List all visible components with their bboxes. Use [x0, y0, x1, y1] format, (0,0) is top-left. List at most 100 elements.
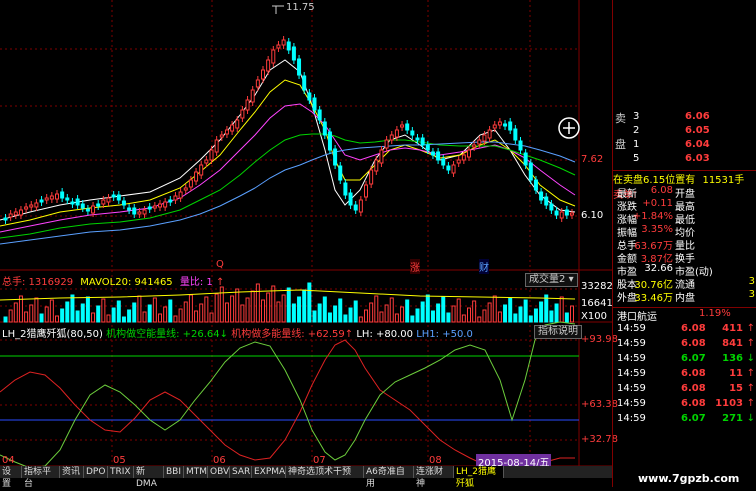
tab-6[interactable]: BBI: [164, 466, 184, 478]
down-arrow-icon: ↓: [746, 413, 755, 424]
volume-bar: [173, 315, 178, 323]
chevron-down-icon: ▾: [568, 274, 574, 285]
stock-change: 1.19%: [699, 308, 731, 319]
tab-11[interactable]: 神奇选顶术干预: [286, 466, 364, 478]
tab-8[interactable]: OBV: [208, 466, 230, 478]
down-arrow-icon: ↓: [746, 353, 755, 364]
tab-14[interactable]: LH_2猎鹰歼狐: [454, 466, 504, 489]
chart-marker: Q: [216, 259, 224, 270]
volume-bar: [446, 312, 451, 323]
tick-volume: 11: [729, 368, 743, 379]
down-arrow-icon: ↓: [219, 329, 229, 340]
order-level-row[interactable]: 3 6.06: [613, 111, 756, 124]
volume-dropdown[interactable]: 成交量2 ▾: [525, 273, 578, 287]
volume-bar: [358, 316, 363, 323]
tick-price: 6.08: [681, 323, 706, 334]
volume-bar: [34, 297, 39, 323]
candle: [410, 130, 415, 136]
candle: [235, 119, 240, 129]
candle: [420, 137, 425, 146]
candle: [34, 202, 39, 208]
candle: [317, 109, 322, 121]
order-level-row[interactable]: 2 6.05: [613, 125, 756, 138]
tab-9[interactable]: SAR: [230, 466, 252, 478]
volume-bar: [333, 305, 338, 323]
candle: [348, 192, 353, 206]
candlestick-chart[interactable]: 11.75: [0, 0, 612, 487]
candle: [60, 191, 65, 199]
candle: [405, 123, 410, 131]
candle: [240, 109, 245, 119]
tick-time: 14:59: [617, 338, 646, 349]
tab-3[interactable]: DPO: [84, 466, 108, 478]
tick-volume: 271: [722, 413, 743, 424]
volume-bar: [528, 315, 533, 323]
tab-10[interactable]: EXPMA: [252, 466, 286, 478]
tick-row: 14:59 6.08 411 ↑: [613, 323, 756, 336]
volume-total: 总手: 1316929: [2, 277, 74, 288]
volume-bar: [400, 306, 405, 323]
order-level: 3: [633, 111, 640, 122]
candle: [441, 158, 446, 166]
chart-marker[interactable]: 涨: [410, 259, 420, 274]
chart-marker[interactable]: 财: [479, 259, 489, 274]
tab-13[interactable]: 连涨财神: [414, 466, 454, 489]
up-arrow-icon: ↑: [746, 338, 755, 349]
volume-axis-label: 16641: [581, 298, 613, 309]
volume-bar: [343, 314, 348, 323]
ma-line-magenta: [0, 103, 576, 233]
tick-row: 14:59 6.08 11 ↑: [613, 368, 756, 381]
candle: [379, 149, 384, 164]
volume-bar: [65, 301, 70, 323]
volume-bar: [503, 304, 508, 323]
candle: [96, 203, 101, 207]
volume-bar: [338, 298, 343, 323]
volume-bar: [317, 303, 322, 323]
tab-5[interactable]: 新DMA: [134, 466, 164, 489]
volume-bar: [245, 297, 250, 323]
tab-4[interactable]: TRIX: [108, 466, 134, 478]
tick-row: 14:59 6.07 136 ↓: [613, 353, 756, 366]
watermark-text: www.7gpzb.com: [638, 472, 740, 485]
volume-bar: [80, 303, 85, 323]
order-level: 1: [633, 139, 640, 150]
order-level-row[interactable]: 1 6.04: [613, 139, 756, 152]
indicator-help-button[interactable]: 指标说明: [534, 325, 582, 339]
high-price-label: 11.75: [286, 2, 315, 13]
tab-0[interactable]: 设置: [0, 466, 22, 489]
tick-row: 14:59 6.08 15 ↑: [613, 383, 756, 396]
volume-unit-label: X100: [581, 311, 607, 322]
chart-area[interactable]: 11.75 7.62 6.10 Q 涨 财 总手: 1316929 MAVOL2…: [0, 0, 618, 489]
candle: [559, 211, 564, 219]
tab-2[interactable]: 资讯: [60, 466, 84, 478]
candle: [168, 199, 173, 203]
up-arrow-icon: ↑: [746, 398, 755, 409]
volume-bar: [91, 312, 96, 323]
volume-bar: [436, 303, 441, 323]
tab-12[interactable]: A6奇准自用: [364, 466, 414, 489]
volume-bar: [111, 307, 116, 323]
volume-dropdown-label: 成交量2: [529, 274, 566, 285]
candle: [204, 159, 209, 164]
candle: [183, 187, 188, 191]
candle: [549, 203, 554, 211]
volume-bar: [255, 283, 260, 323]
candle: [137, 211, 142, 215]
x-axis-label: 05: [113, 455, 126, 466]
candle: [178, 191, 183, 199]
volume-bar: [389, 297, 394, 323]
up-arrow-icon: ↑: [215, 277, 225, 288]
tab-1[interactable]: 指标平台: [22, 466, 60, 489]
quote-value: +0.11: [642, 198, 673, 209]
candle: [116, 194, 121, 201]
volume-bars-group: [3, 282, 574, 323]
volume-bar: [60, 308, 65, 323]
volume-bar: [137, 295, 142, 323]
candle: [353, 204, 358, 211]
volume-bar: [70, 294, 75, 323]
candle: [55, 193, 59, 200]
order-level-row[interactable]: 5 6.03: [613, 153, 756, 166]
volume-bar: [183, 301, 188, 323]
candle: [245, 99, 250, 111]
tab-7[interactable]: MTM: [184, 466, 208, 478]
